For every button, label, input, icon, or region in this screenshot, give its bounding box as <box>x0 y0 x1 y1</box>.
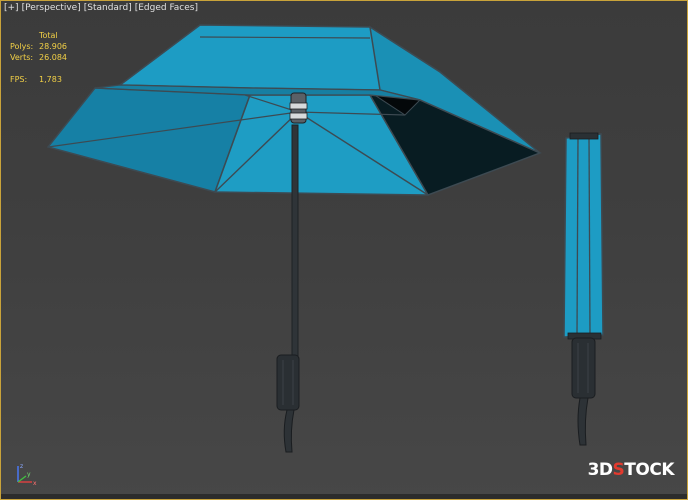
closed-umbrella-model[interactable] <box>563 132 604 446</box>
closed-handle <box>571 337 596 399</box>
viewport-perspective[interactable]: [+] [Perspective] [Standard] [Edged Face… <box>0 0 688 500</box>
axis-z-label: z <box>20 463 23 470</box>
watermark-accent: S <box>612 460 625 480</box>
axis-gizmo-icon: z x y <box>17 463 37 487</box>
watermark-logo: 3DSTOCK <box>587 460 675 480</box>
umbrella-handle <box>276 354 300 411</box>
watermark-suffix: TOCK <box>624 460 674 480</box>
umbrella-shaft <box>291 124 299 361</box>
scene-render[interactable] <box>0 0 688 500</box>
axis-y-label: y <box>27 471 31 478</box>
axis-x-label: x <box>33 480 37 487</box>
closed-canopy <box>563 133 604 338</box>
underside-panel-left <box>46 87 252 193</box>
closed-handle-strap <box>577 397 589 446</box>
handle-strap <box>283 409 295 453</box>
viewport-bottom-strip <box>0 494 688 500</box>
open-umbrella-model[interactable] <box>46 24 542 453</box>
watermark-prefix: 3D <box>587 460 613 480</box>
